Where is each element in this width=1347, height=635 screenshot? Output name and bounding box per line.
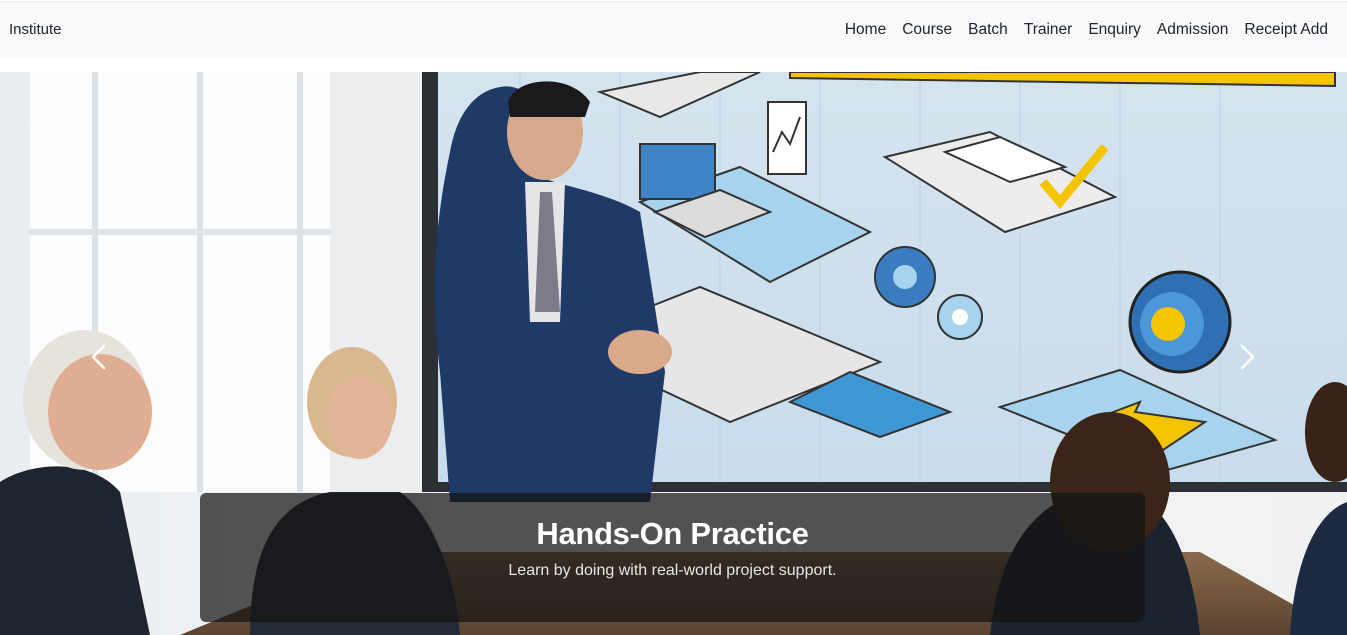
- nav-link-receipt-add[interactable]: Receipt Add: [1244, 21, 1328, 38]
- nav-link-home[interactable]: Home: [845, 21, 886, 38]
- nav-item-receipt-add: Receipt Add: [1244, 21, 1328, 39]
- carousel-caption: Hands-On Practice Learn by doing with re…: [200, 493, 1145, 622]
- slide-title: Hands-On Practice: [536, 516, 809, 551]
- nav-item-home: Home: [845, 21, 886, 39]
- nav-link-course[interactable]: Course: [902, 21, 952, 38]
- navbar: Institute Home Course Batch Trainer Enqu…: [0, 1, 1347, 58]
- nav-link-trainer[interactable]: Trainer: [1024, 21, 1073, 38]
- nav-item-course: Course: [902, 21, 952, 39]
- nav-item-admission: Admission: [1157, 21, 1229, 39]
- chevron-right-icon: [1240, 344, 1255, 370]
- carousel-prev-button[interactable]: [78, 332, 118, 382]
- chevron-left-icon: [91, 344, 106, 370]
- nav-link-batch[interactable]: Batch: [968, 21, 1008, 38]
- nav-item-trainer: Trainer: [1024, 21, 1073, 39]
- carousel-next-button[interactable]: [1228, 332, 1268, 382]
- brand-link[interactable]: Institute: [9, 21, 62, 38]
- slide-text: Learn by doing with real-world project s…: [508, 562, 837, 579]
- hero-carousel: Hands-On Practice Learn by doing with re…: [0, 72, 1347, 635]
- nav-link-enquiry[interactable]: Enquiry: [1088, 21, 1141, 38]
- nav-item-batch: Batch: [968, 21, 1008, 39]
- nav-link-admission[interactable]: Admission: [1157, 21, 1229, 38]
- nav-item-enquiry: Enquiry: [1088, 21, 1141, 39]
- nav-menu: Home Course Batch Trainer Enquiry Admiss…: [845, 21, 1328, 39]
